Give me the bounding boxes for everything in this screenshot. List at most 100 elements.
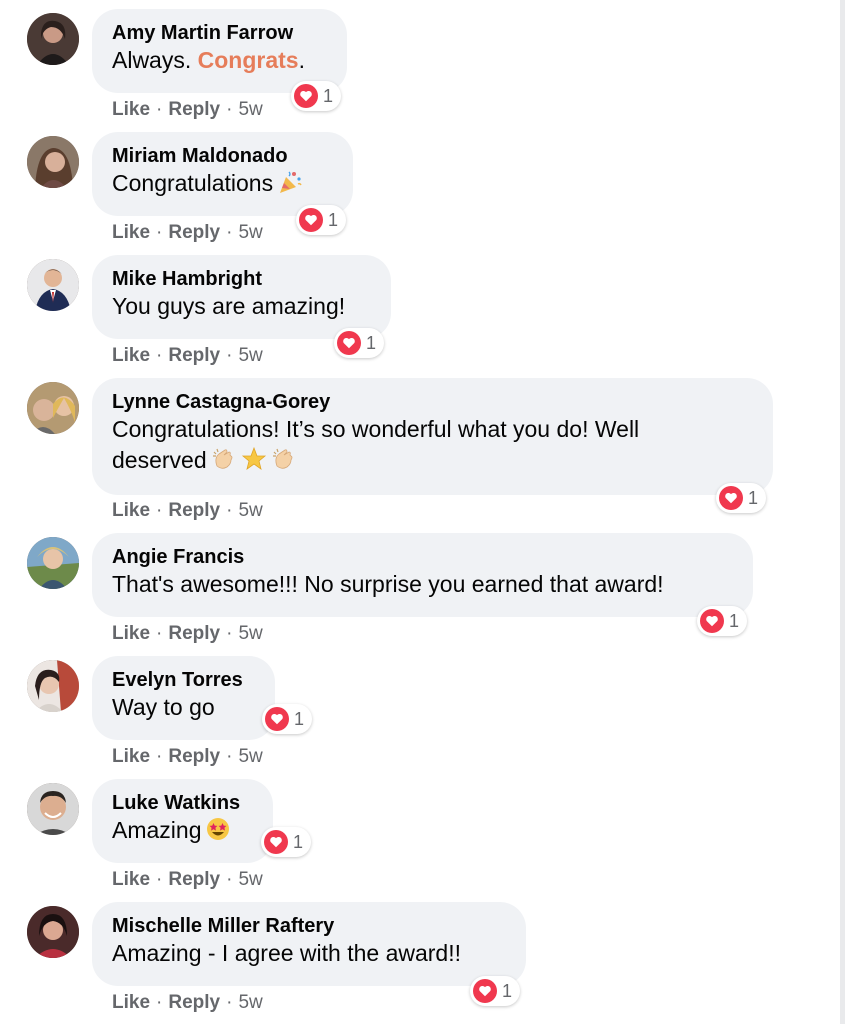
comment-bubble: Luke Watkins Amazing bbox=[92, 779, 273, 863]
separator: · bbox=[226, 99, 233, 120]
comment-author[interactable]: Evelyn Torres bbox=[112, 668, 255, 692]
heart-icon bbox=[264, 830, 288, 854]
timestamp[interactable]: 5w bbox=[238, 992, 262, 1013]
reaction-badge[interactable]: 1 bbox=[262, 704, 313, 734]
like-link[interactable]: Like bbox=[112, 99, 150, 120]
comment-text: Always. Congrats. bbox=[112, 45, 327, 76]
separator: · bbox=[226, 746, 233, 767]
reaction-count: 1 bbox=[323, 86, 334, 106]
comment-author[interactable]: Luke Watkins bbox=[112, 791, 253, 815]
comment-actions: Like · Reply · 5w bbox=[112, 222, 263, 244]
separator: · bbox=[226, 992, 233, 1013]
like-link[interactable]: Like bbox=[112, 500, 150, 521]
avatar[interactable] bbox=[27, 136, 79, 188]
comment-author[interactable]: Mike Hambright bbox=[112, 267, 371, 291]
comment-text: That's awesome!!! No surprise you earned… bbox=[112, 571, 664, 597]
reaction-badge[interactable]: 1 bbox=[716, 483, 767, 513]
heart-icon bbox=[473, 979, 497, 1003]
comment-text: Way to go bbox=[112, 694, 215, 720]
avatar[interactable] bbox=[27, 537, 79, 589]
separator: · bbox=[156, 345, 163, 366]
comment-bubble: Angie Francis That's awesome!!! No surpr… bbox=[92, 533, 753, 617]
reaction-count: 1 bbox=[328, 210, 339, 230]
comment-text-part: Always. bbox=[112, 47, 198, 73]
reaction-badge[interactable]: 1 bbox=[470, 976, 521, 1006]
reply-link[interactable]: Reply bbox=[168, 746, 220, 767]
clapping-hands-emoji bbox=[211, 446, 237, 472]
like-link[interactable]: Like bbox=[112, 222, 150, 243]
comment-actions: Like · Reply · 5w bbox=[112, 345, 263, 367]
avatar[interactable] bbox=[27, 783, 79, 835]
comment-bubble: Mischelle Miller Raftery Amazing - I agr… bbox=[92, 902, 526, 986]
reaction-badge[interactable]: 1 bbox=[334, 328, 385, 358]
comment-actions: Like · Reply · 5w bbox=[112, 99, 263, 121]
reaction-badge[interactable]: 1 bbox=[261, 827, 312, 857]
heart-icon bbox=[700, 609, 724, 633]
reaction-count: 1 bbox=[748, 488, 759, 508]
timestamp[interactable]: 5w bbox=[238, 746, 262, 767]
timestamp[interactable]: 5w bbox=[238, 222, 262, 243]
like-link[interactable]: Like bbox=[112, 746, 150, 767]
reaction-count: 1 bbox=[729, 611, 740, 631]
heart-icon bbox=[719, 486, 743, 510]
reply-link[interactable]: Reply bbox=[168, 869, 220, 890]
reply-link[interactable]: Reply bbox=[168, 222, 220, 243]
comment-text-part: Amazing bbox=[112, 817, 202, 843]
comment-bubble: Lynne Castagna-Gorey Congratulations! It… bbox=[92, 378, 773, 495]
timestamp[interactable]: 5w bbox=[238, 623, 262, 644]
reply-link[interactable]: Reply bbox=[168, 345, 220, 366]
comment-actions: Like · Reply · 5w bbox=[112, 500, 263, 522]
comment-author[interactable]: Miriam Maldonado bbox=[112, 144, 333, 168]
avatar[interactable] bbox=[27, 259, 79, 311]
heart-icon bbox=[299, 208, 323, 232]
star-struck-emoji bbox=[205, 816, 231, 842]
separator: · bbox=[226, 623, 233, 644]
separator: · bbox=[226, 345, 233, 366]
separator: · bbox=[226, 500, 233, 521]
comment-bubble: Miriam Maldonado Congratulations bbox=[92, 132, 353, 216]
like-link[interactable]: Like bbox=[112, 345, 150, 366]
comment-link-word[interactable]: Congrats bbox=[198, 47, 299, 73]
timestamp[interactable]: 5w bbox=[238, 345, 262, 366]
page-edge bbox=[840, 0, 845, 1024]
comment-text-part: . bbox=[298, 47, 305, 73]
heart-icon bbox=[294, 84, 318, 108]
comment-author[interactable]: Amy Martin Farrow bbox=[112, 21, 327, 45]
timestamp[interactable]: 5w bbox=[238, 99, 262, 120]
avatar[interactable] bbox=[27, 382, 79, 434]
clapping-hands-emoji bbox=[271, 446, 297, 472]
like-link[interactable]: Like bbox=[112, 623, 150, 644]
separator: · bbox=[226, 222, 233, 243]
reaction-badge[interactable]: 1 bbox=[697, 606, 748, 636]
separator: · bbox=[156, 992, 163, 1013]
separator: · bbox=[156, 746, 163, 767]
comment-actions: Like · Reply · 5w bbox=[112, 869, 263, 891]
avatar[interactable] bbox=[27, 660, 79, 712]
reaction-count: 1 bbox=[293, 832, 304, 852]
comment-text: Congratulations bbox=[112, 168, 333, 199]
separator: · bbox=[226, 869, 233, 890]
like-link[interactable]: Like bbox=[112, 869, 150, 890]
avatar[interactable] bbox=[27, 906, 79, 958]
reaction-badge[interactable]: 1 bbox=[291, 81, 342, 111]
timestamp[interactable]: 5w bbox=[238, 869, 262, 890]
like-link[interactable]: Like bbox=[112, 992, 150, 1013]
comment-author[interactable]: Lynne Castagna-Gorey bbox=[112, 390, 753, 414]
heart-icon bbox=[337, 331, 361, 355]
comment-text: Amazing - I agree with the award!! bbox=[112, 940, 461, 966]
avatar[interactable] bbox=[27, 13, 79, 65]
comment-bubble: Mike Hambright You guys are amazing! bbox=[92, 255, 391, 339]
comment-text-part: Congratulations bbox=[112, 170, 274, 196]
reply-link[interactable]: Reply bbox=[168, 99, 220, 120]
comment-text: Congratulations! It’s so wonderful what … bbox=[112, 414, 732, 476]
reply-link[interactable]: Reply bbox=[168, 992, 220, 1013]
heart-icon bbox=[265, 707, 289, 731]
reply-link[interactable]: Reply bbox=[168, 623, 220, 644]
comment-author[interactable]: Angie Francis bbox=[112, 545, 733, 569]
comment-author[interactable]: Mischelle Miller Raftery bbox=[112, 914, 506, 938]
comment-actions: Like · Reply · 5w bbox=[112, 623, 263, 645]
reply-link[interactable]: Reply bbox=[168, 500, 220, 521]
comment-actions: Like · Reply · 5w bbox=[112, 992, 263, 1014]
reaction-badge[interactable]: 1 bbox=[296, 205, 347, 235]
timestamp[interactable]: 5w bbox=[238, 500, 262, 521]
